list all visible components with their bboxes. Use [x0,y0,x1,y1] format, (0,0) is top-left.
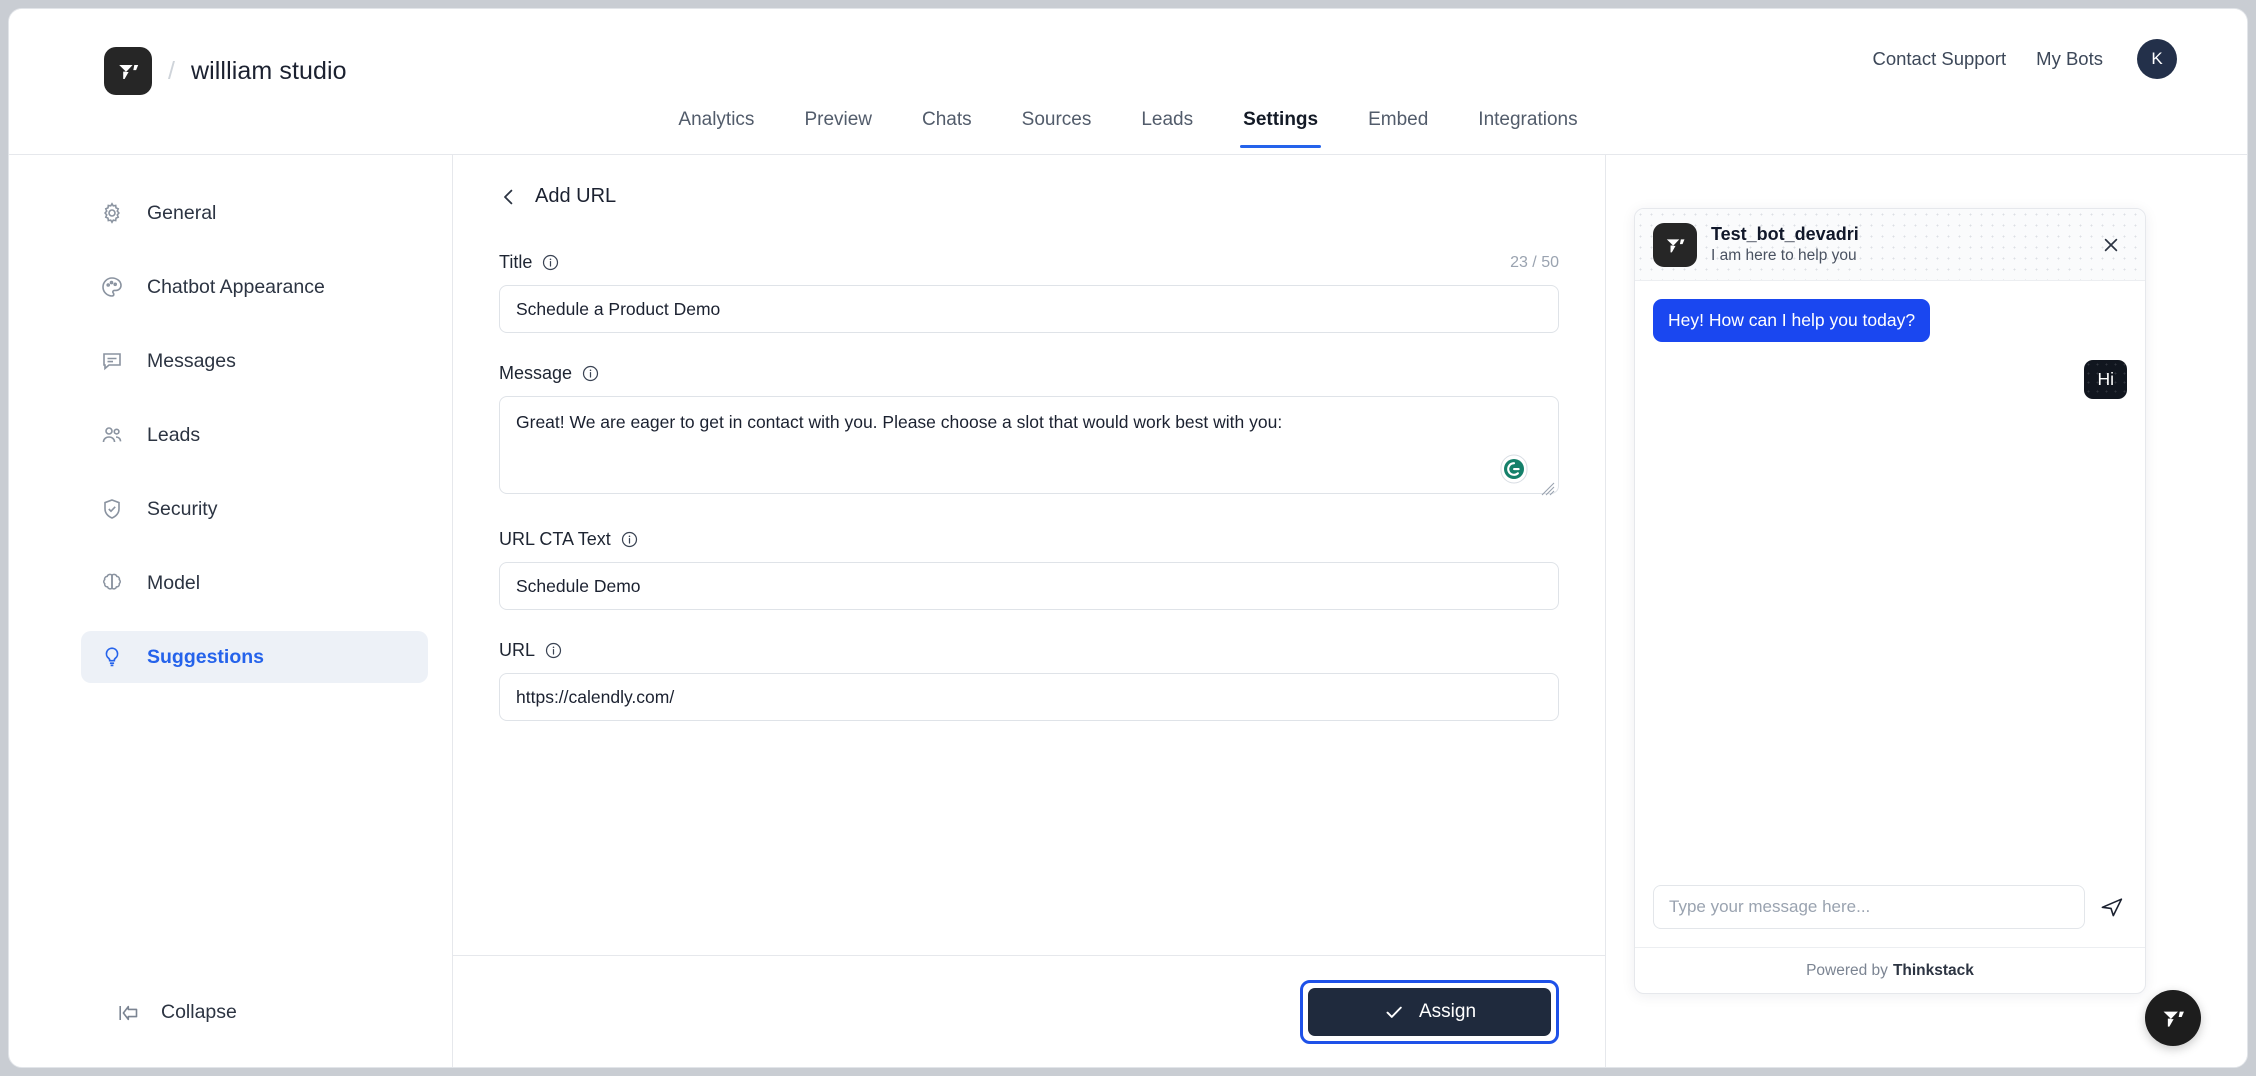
sidebar-item-label: Suggestions [147,645,265,668]
field-title-header: Title 23 / 50 [499,252,1559,273]
form-scroll-area: Add URL Title 23 / 50 Schedule a Product… [453,155,1605,955]
title-char-counter: 23 / 50 [1510,253,1559,271]
brand-separator: / [168,56,175,85]
assign-focus-ring: Assign [1300,980,1559,1044]
chat-header: Test_bot_devadri I am here to help you [1635,209,2145,281]
sidebar-item-label: Leads [147,423,201,446]
tab-integrations[interactable]: Integrations [1453,105,1602,147]
chat-preview-panel: Test_bot_devadri I am here to help you H… [1606,155,2247,1067]
chat-header-titles: Test_bot_devadri I am here to help you [1711,224,1859,265]
sidebar-item-label: Security [147,497,218,520]
info-icon[interactable] [621,531,638,548]
tab-leads[interactable]: Leads [1116,105,1218,147]
sidebar-item-general[interactable]: General [81,187,428,239]
field-url-cta-label: URL CTA Text [499,529,611,549]
sidebar-item-leads[interactable]: Leads [81,409,428,461]
chat-message-list: Hey! How can I help you today? Hi [1635,281,2145,869]
chat-footer: Powered by Thinkstack [1635,947,2145,993]
app-window: / willliam studio Contact Support My Bot… [8,8,2248,1068]
chat-message-user: Hi [2084,360,2127,399]
page-title: Add URL [535,185,617,207]
field-message-header: Message [499,363,1559,384]
chat-message-input[interactable] [1653,885,2085,929]
chat-input-row [1635,869,2145,947]
main-tabs: Analytics Preview Chats Sources Leads Se… [9,105,2247,155]
info-icon[interactable] [542,254,559,271]
my-bots-link[interactable]: My Bots [2036,48,2103,70]
sidebar-item-label: Model [147,571,201,594]
breadcrumb[interactable]: Add URL [499,185,1559,208]
brand[interactable]: / willliam studio [104,47,347,95]
thinkstack-logo-icon [2158,1003,2188,1033]
title-input[interactable] [499,285,1559,333]
send-icon[interactable] [2097,892,2127,922]
chat-launcher-button[interactable] [2145,990,2201,1046]
thinkstack-logo-icon [104,47,152,95]
field-message: Message [499,363,1559,499]
users-icon [99,422,125,448]
field-title: Title 23 / 50 [499,252,1559,333]
chevron-left-icon[interactable] [499,187,519,207]
message-textarea[interactable] [499,396,1559,494]
body-area: General Chatbot Appearance Messages Lead… [9,155,2247,1067]
tab-sources[interactable]: Sources [997,105,1117,147]
tab-settings[interactable]: Settings [1218,105,1343,148]
check-icon [1383,1001,1405,1023]
form-footer: Assign [453,955,1605,1067]
settings-sidebar: General Chatbot Appearance Messages Lead… [9,155,453,1067]
info-icon[interactable] [545,642,562,659]
brand-name-thinkstack: Thinkstack [1892,961,1974,979]
collapse-label: Collapse [161,1001,237,1023]
field-url: URL [499,640,1559,721]
brain-icon [99,570,125,596]
chat-widget: Test_bot_devadri I am here to help you H… [1634,208,2146,994]
lightbulb-icon [99,644,125,670]
field-url-cta-header: URL CTA Text [499,529,1559,550]
chat-message-bot: Hey! How can I help you today? [1653,299,1931,342]
url-cta-input[interactable] [499,562,1559,610]
collapse-left-icon [117,1002,141,1024]
shield-check-icon [99,496,125,522]
sidebar-item-label: Chatbot Appearance [147,275,325,298]
assign-button-label: Assign [1418,1001,1477,1022]
avatar[interactable]: K [2137,39,2177,79]
sidebar-item-model[interactable]: Model [81,557,428,609]
main-content: Add URL Title 23 / 50 Schedule a Product… [453,155,1606,1067]
info-icon[interactable] [582,365,599,382]
field-url-cta: URL CTA Text [499,529,1559,610]
url-input[interactable] [499,673,1559,721]
sidebar-item-suggestions[interactable]: Suggestions [81,631,428,683]
field-url-label: URL [499,640,536,660]
palette-icon [99,274,125,300]
field-message-label: Message [499,363,573,383]
chat-bot-tagline: I am here to help you [1711,247,1857,264]
top-bar-actions: Contact Support My Bots K [1872,39,2177,79]
powered-by-label: Powered by [1806,961,1888,979]
chat-bot-name: Test_bot_devadri [1711,224,1859,244]
sidebar-item-label: General [147,201,217,224]
message-textarea-wrap [499,396,1559,499]
tab-chats[interactable]: Chats [897,105,997,147]
top-bar: / willliam studio Contact Support My Bot… [9,9,2247,105]
sidebar-item-chatbot-appearance[interactable]: Chatbot Appearance [81,261,428,313]
sidebar-item-security[interactable]: Security [81,483,428,535]
gear-icon [99,200,125,226]
assign-button[interactable]: Assign [1308,988,1551,1036]
tab-analytics[interactable]: Analytics [653,105,779,147]
message-icon [99,348,125,374]
close-icon[interactable] [2095,229,2127,261]
tab-embed[interactable]: Embed [1343,105,1453,147]
resize-grip-icon[interactable] [1541,482,1555,496]
field-url-header: URL [499,640,1559,661]
grammarly-icon[interactable] [1499,453,1529,485]
contact-support-link[interactable]: Contact Support [1872,48,2006,70]
thinkstack-logo-icon [1653,222,1697,267]
collapse-sidebar-button[interactable]: Collapse [117,1001,237,1024]
sidebar-item-label: Messages [147,349,236,372]
workspace-name: willliam studio [190,56,347,85]
sidebar-item-messages[interactable]: Messages [81,335,428,387]
tab-preview[interactable]: Preview [779,105,897,147]
field-title-label: Title [499,252,533,272]
